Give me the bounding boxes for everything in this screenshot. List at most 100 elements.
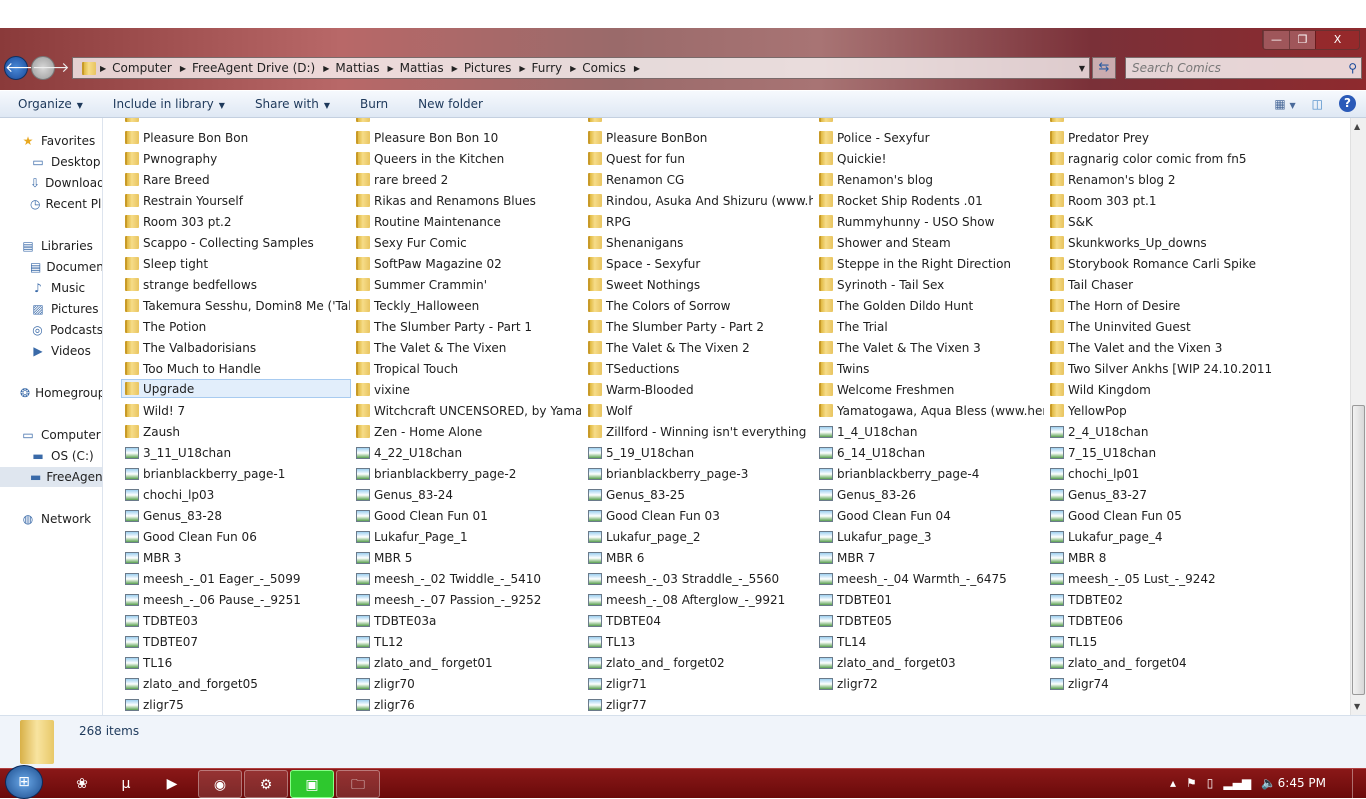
nav-item[interactable]: ⇩ Downloads (0, 173, 102, 193)
image-file-item[interactable]: MBR 5 (353, 548, 581, 567)
image-file-item[interactable]: chochi_lp01 (1047, 464, 1275, 483)
image-file-item[interactable]: zligr70 (353, 674, 581, 693)
breadcrumb-item[interactable]: Computer (112, 61, 172, 75)
folder-item[interactable]: vixine (353, 380, 581, 399)
address-bar[interactable]: ▶ Computer ▶ FreeAgent Drive (D:) ▶ Mattias ▶… (72, 57, 1090, 79)
nav-item[interactable]: ▬ OS (C:) (0, 446, 102, 466)
folder-item[interactable]: Teckly_Halloween (353, 296, 581, 315)
folder-item[interactable]: YellowPop (1047, 401, 1275, 420)
folder-item[interactable]: Two Silver Ankhs [WIP 24.10.2011 - ... (1047, 359, 1275, 378)
image-file-item[interactable]: zligr75 (122, 695, 350, 714)
folder-item[interactable]: Restrain Yourself (122, 191, 350, 210)
chevron-right-icon[interactable]: ▶ (323, 64, 329, 73)
folder-item[interactable]: The Valet & The Vixen 3 (816, 338, 1044, 357)
image-file-item[interactable]: brianblackberry_page-2 (353, 464, 581, 483)
image-file-item[interactable]: meesh_-_06 Pause_-_9251 (122, 590, 350, 609)
image-file-item[interactable]: Lukafur_Page_1 (353, 527, 581, 546)
power-icon[interactable]: ▯ (1207, 776, 1214, 790)
image-file-item[interactable]: TDBTE05 (816, 611, 1044, 630)
folder-item[interactable]: Predator Prey (1047, 128, 1275, 147)
nav-item[interactable]: ▤ Libraries (0, 236, 102, 256)
folder-item[interactable]: The Valet & The Vixen (353, 338, 581, 357)
nav-item[interactable]: ▭ Desktop (0, 152, 102, 172)
breadcrumb-item[interactable]: Pictures (464, 61, 512, 75)
image-file-item[interactable]: Good Clean Fun 05 (1047, 506, 1275, 525)
folder-item[interactable]: Room 303 pt.1 (1047, 191, 1275, 210)
breadcrumb-item[interactable]: FreeAgent Drive (D:) (192, 61, 315, 75)
folder-item[interactable]: Zen - Home Alone (353, 422, 581, 441)
burn-button[interactable]: Burn (360, 97, 388, 111)
folder-item[interactable]: Zaush (122, 422, 350, 441)
folder-item[interactable]: Zillford - Winning isn't everything (585, 422, 813, 441)
image-file-item[interactable]: Genus_83-26 (816, 485, 1044, 504)
image-file-item[interactable]: 5_19_U18chan (585, 443, 813, 462)
image-file-item[interactable]: Genus_83-28 (122, 506, 350, 525)
folder-item[interactable]: Witchcraft UNCENSORED, by Yamat... (353, 401, 581, 420)
folder-item[interactable]: Rocket Ship Rodents .01 (816, 191, 1044, 210)
folder-item[interactable]: Police - Sexyfur (816, 128, 1044, 147)
organize-button[interactable]: Organize ▼ (18, 97, 83, 111)
folder-item[interactable]: TSeductions (585, 359, 813, 378)
folder-item[interactable]: Sexy Fur Comic (353, 233, 581, 252)
steam-icon[interactable]: ⚙ (244, 770, 288, 798)
chevron-right-icon[interactable]: ▶ (570, 64, 576, 73)
folder-item[interactable]: The Valet & The Vixen 2 (585, 338, 813, 357)
folder-item[interactable]: Pwnography (122, 149, 350, 168)
folder-item[interactable]: Shower and Steam (816, 233, 1044, 252)
close-button[interactable]: X (1315, 31, 1359, 49)
image-file-item[interactable]: Lukafur_page_4 (1047, 527, 1275, 546)
scrollbar-thumb[interactable] (1352, 405, 1365, 695)
folder-item[interactable]: Yamatogawa, Aqua Bless (www.hent... (816, 401, 1044, 420)
folder-item[interactable] (353, 118, 581, 125)
image-file-item[interactable]: Lukafur_page_2 (585, 527, 813, 546)
image-file-item[interactable]: MBR 3 (122, 548, 350, 567)
folder-item[interactable]: Space - Sexyfur (585, 254, 813, 273)
breadcrumb-item[interactable]: Comics (582, 61, 626, 75)
chevron-right-icon[interactable]: ▶ (452, 64, 458, 73)
image-file-item[interactable]: TDBTE07 (122, 632, 350, 651)
vertical-scrollbar[interactable]: ▲ ▼ (1350, 118, 1366, 715)
folder-item[interactable]: Rare Breed (122, 170, 350, 189)
folder-item[interactable]: The Potion (122, 317, 350, 336)
image-file-item[interactable]: meesh_-_05 Lust_-_9242 (1047, 569, 1275, 588)
folder-item[interactable]: Sleep tight (122, 254, 350, 273)
volume-icon[interactable]: 🔈 (1261, 776, 1276, 790)
image-file-item[interactable]: Genus_83-27 (1047, 485, 1275, 504)
image-file-item[interactable]: TDBTE03 (122, 611, 350, 630)
folder-item[interactable]: The Valbadorisians (122, 338, 350, 357)
folder-item[interactable]: Quest for fun (585, 149, 813, 168)
folder-item[interactable]: Routine Maintenance (353, 212, 581, 231)
folder-item[interactable]: Scappo - Collecting Samples (122, 233, 350, 252)
chevron-right-icon[interactable]: ▶ (387, 64, 393, 73)
nav-item[interactable]: ▭ Computer (0, 425, 102, 445)
refresh-button[interactable]: ⇆ (1092, 57, 1116, 79)
nav-item[interactable]: ◍ Network (0, 509, 102, 529)
image-file-item[interactable]: zlato_and_ forget02 (585, 653, 813, 672)
search-input[interactable]: Search Comics ⚲ (1125, 57, 1362, 79)
image-file-item[interactable]: brianblackberry_page-1 (122, 464, 350, 483)
image-file-item[interactable]: MBR 7 (816, 548, 1044, 567)
folder-item[interactable]: The Uninvited Guest (1047, 317, 1275, 336)
image-file-item[interactable]: 2_4_U18chan (1047, 422, 1275, 441)
image-file-item[interactable]: 4_22_U18chan (353, 443, 581, 462)
show-desktop-button[interactable] (1352, 769, 1366, 799)
share-with-button[interactable]: Share with ▼ (255, 97, 330, 111)
image-file-item[interactable]: TDBTE02 (1047, 590, 1275, 609)
nav-item[interactable]: ▨ Pictures (0, 299, 102, 319)
breadcrumb-item[interactable]: Mattias (335, 61, 379, 75)
image-file-item[interactable]: zligr74 (1047, 674, 1275, 693)
nav-item[interactable]: ♪ Music (0, 278, 102, 298)
folder-item[interactable]: SoftPaw Magazine 02 (353, 254, 581, 273)
nav-item[interactable]: ▶ Videos (0, 341, 102, 361)
chevron-right-icon[interactable]: ▶ (519, 64, 525, 73)
clock[interactable]: 6:45 PM (1278, 776, 1326, 790)
folder-item[interactable]: Warm-Blooded (585, 380, 813, 399)
folder-item[interactable]: rare breed 2 (353, 170, 581, 189)
breadcrumb-item[interactable]: Furry (532, 61, 563, 75)
image-file-item[interactable]: 6_14_U18chan (816, 443, 1044, 462)
search-icon[interactable]: ⚲ (1348, 58, 1357, 78)
image-file-item[interactable]: MBR 6 (585, 548, 813, 567)
image-file-item[interactable]: zlato_and_ forget04 (1047, 653, 1275, 672)
folder-item[interactable]: Pleasure Bon Bon (122, 128, 350, 147)
new-folder-button[interactable]: New folder (418, 97, 483, 111)
